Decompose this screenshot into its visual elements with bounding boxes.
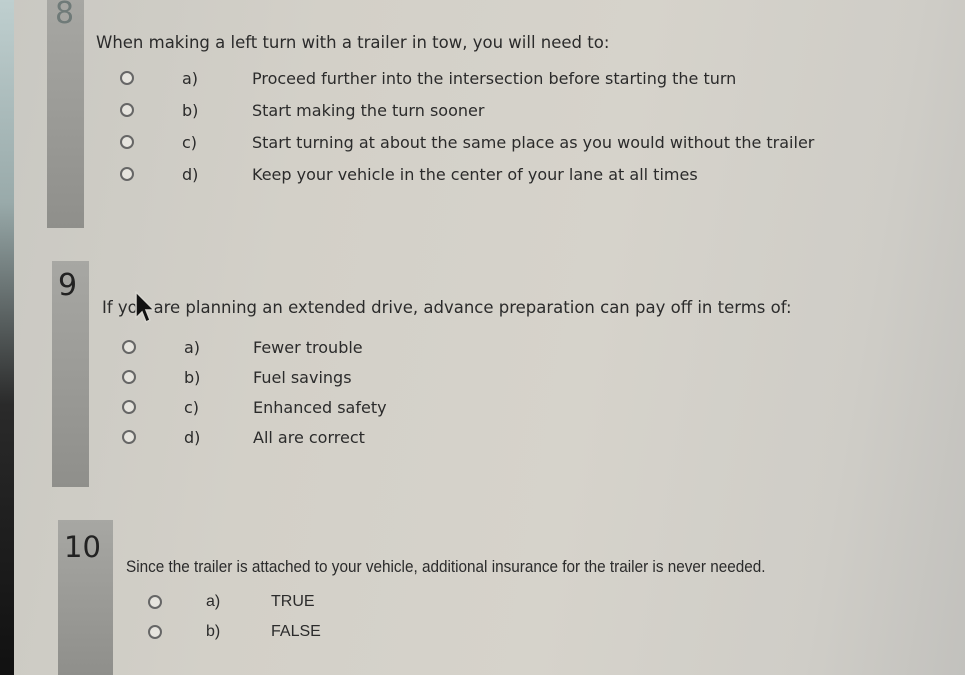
option-a[interactable]: a) Fewer trouble [122, 335, 363, 359]
option-letter: d) [182, 164, 199, 184]
radio-button[interactable] [120, 167, 134, 181]
question-number: 9 [58, 268, 78, 303]
question-text: Since the trailer is attached to your ve… [126, 557, 766, 576]
option-text[interactable]: Enhanced safety [253, 398, 387, 417]
option-letter: b) [184, 367, 201, 387]
question-number: 8 [55, 0, 75, 31]
option-text[interactable]: Fuel savings [253, 368, 352, 387]
option-letter: a) [184, 337, 201, 357]
option-d[interactable]: d) Keep your vehicle in the center of yo… [120, 162, 698, 186]
radio-button[interactable] [120, 135, 134, 149]
option-text[interactable]: Proceed further into the intersection be… [252, 69, 736, 88]
question-number: 10 [64, 530, 101, 564]
option-text[interactable]: All are correct [253, 428, 365, 447]
option-letter: c) [182, 132, 198, 152]
radio-button[interactable] [122, 340, 136, 354]
option-b[interactable]: b) Start making the turn sooner [120, 98, 484, 122]
screen-edge [0, 0, 14, 675]
option-text[interactable]: FALSE [271, 623, 321, 641]
option-c[interactable]: c) Start turning at about the same place… [120, 130, 814, 154]
option-letter: c) [184, 397, 200, 417]
option-letter: b) [206, 623, 221, 640]
mouse-cursor-icon [135, 291, 156, 324]
option-text[interactable]: Keep your vehicle in the center of your … [252, 165, 698, 184]
radio-button[interactable] [148, 595, 162, 609]
radio-button[interactable] [148, 625, 162, 639]
radio-button[interactable] [122, 400, 136, 414]
option-c[interactable]: c) Enhanced safety [122, 395, 387, 419]
question-text: If you are planning an extended drive, a… [102, 298, 792, 317]
option-d[interactable]: d) All are correct [122, 425, 365, 449]
radio-button[interactable] [120, 71, 134, 85]
option-b[interactable]: b) Fuel savings [122, 365, 352, 389]
radio-button[interactable] [122, 430, 136, 444]
option-text[interactable]: Start turning at about the same place as… [252, 133, 814, 152]
radio-button[interactable] [120, 103, 134, 117]
option-text[interactable]: Fewer trouble [253, 338, 363, 357]
option-a[interactable]: a) Proceed further into the intersection… [120, 66, 736, 90]
question-number-bar [47, 0, 84, 228]
radio-button[interactable] [122, 370, 136, 384]
option-letter: d) [184, 427, 201, 447]
option-letter: a) [182, 68, 199, 88]
question-text: When making a left turn with a trailer i… [96, 33, 610, 52]
option-letter: a) [206, 593, 221, 610]
option-text[interactable]: Start making the turn sooner [252, 101, 484, 120]
option-letter: b) [182, 100, 199, 120]
option-a[interactable]: a) TRUE [148, 590, 315, 614]
option-text[interactable]: TRUE [271, 593, 315, 611]
option-b[interactable]: b) FALSE [148, 620, 321, 644]
